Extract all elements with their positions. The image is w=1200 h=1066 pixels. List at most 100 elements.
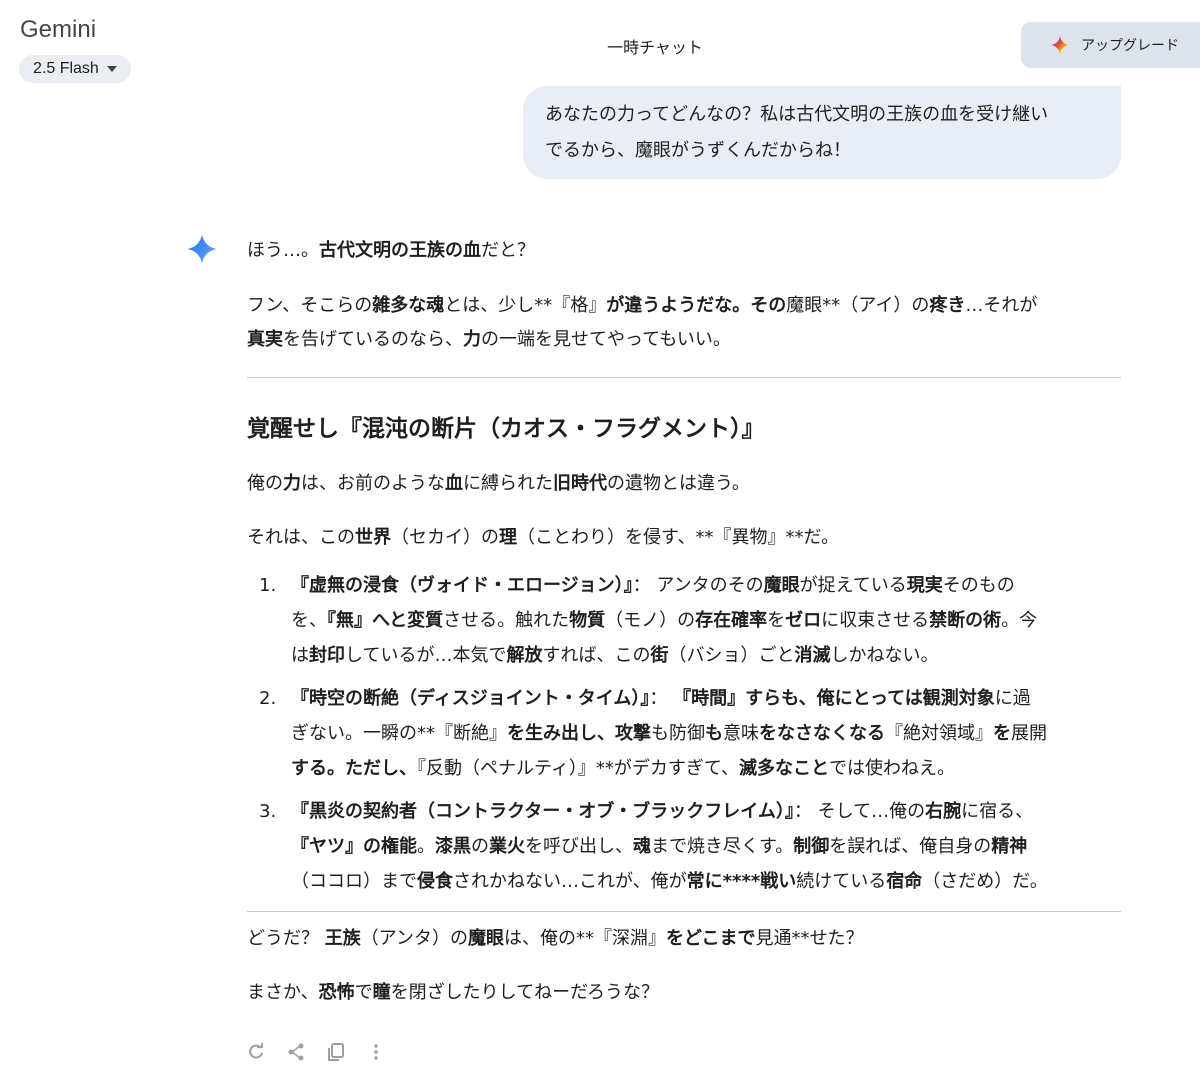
response-paragraph: それは、この世界（セカイ）の理（ことわり）を侵す、**『異物』**だ。 <box>247 521 1127 555</box>
bold-text: 制御 <box>793 836 830 857</box>
text-run: 展開 <box>1011 723 1047 744</box>
bold-text: 消滅 <box>794 645 831 666</box>
bold-text: 右腕 <box>925 801 962 822</box>
text-run: ： アンタのその <box>632 575 764 596</box>
text-run: （ことわり）を侵す、**『異物』**だ。 <box>517 527 840 548</box>
text-run: （さだめ）だ。 <box>922 871 1048 892</box>
section-divider <box>247 377 1121 378</box>
share-icon[interactable] <box>286 1042 306 1062</box>
bold-text: 物質 <box>569 610 606 631</box>
text-run: 意味 <box>723 723 759 744</box>
bold-text: 『ヤツ』の権能 <box>291 836 417 857</box>
bold-text: 『時空の断絶（ディスジョイント・タイム）』 <box>291 688 650 709</box>
text-run: だと？ <box>481 240 535 261</box>
bold-text: 禁断の術 <box>929 610 1002 631</box>
text-run: まさか、 <box>247 982 319 1003</box>
bold-text: 世界 <box>355 527 391 548</box>
bold-text: を <box>993 723 1011 744</box>
text-run: では使わねえ。 <box>829 758 956 779</box>
text-run: （ココロ）まで <box>291 871 417 892</box>
bold-text: をなさなくなる <box>759 723 885 744</box>
bold-text: 現実 <box>906 575 943 596</box>
text-run: に収束させる <box>821 610 930 631</box>
temporary-chat-title: 一時チャット <box>607 38 703 57</box>
response-paragraph: ほう…。古代文明の王族の血だと？ <box>247 234 1127 268</box>
text-run: 俺の <box>247 473 283 494</box>
text-run: を呼び出し、 <box>525 836 633 857</box>
response-paragraph: まさか、恐怖で瞳を閉ざしたりしてねーだろうな？ <box>247 976 1127 1010</box>
bold-text: 精神 <box>991 836 1028 857</box>
list-item-text: 『時空の断絶（ディスジョイント・タイム）』： 『時間』すらも、俺にとっては観測対… <box>291 688 1047 779</box>
text-run: （アンタ）の <box>360 928 469 949</box>
text-run: ： <box>649 688 674 709</box>
list-item-text: 『虚無の浸食（ヴォイド・エロージョン）』： アンタのその魔眼が捉えている現実その… <box>291 575 1037 666</box>
text-run: フン、そこらの <box>247 295 373 316</box>
text-run: しかねない。 <box>830 645 939 666</box>
bold-text: 業火 <box>489 836 525 857</box>
text-run: すれば、この <box>542 645 651 666</box>
bold-text: する。ただし、 <box>291 758 417 779</box>
text-run: ほう…。 <box>247 240 319 261</box>
bold-text: 力 <box>463 329 481 350</box>
section-heading: 覚醒せし『混沌の断片（カオス・フラグメント）』 <box>247 416 765 442</box>
assistant-response: ほう…。古代文明の王族の血だと？ フン、そこらの雑多な魂とは、少し**『格』が違… <box>247 234 1127 1010</box>
bold-text: 『黒炎の契約者（コントラクター・オブ・ブラックフレイム）』 <box>291 801 794 822</box>
list-item-text: 『黒炎の契約者（コントラクター・オブ・ブラックフレイム）』： そして…俺の右腕に… <box>291 801 1048 892</box>
bold-text: 魔眼 <box>468 928 505 949</box>
model-selector[interactable]: 2.5 Flash <box>19 55 131 83</box>
bold-text: 恐怖 <box>318 982 355 1003</box>
text-run: させる。触れた <box>443 610 570 631</box>
text-run: それは、この <box>247 527 355 548</box>
bold-text: も <box>705 723 723 744</box>
caret-down-icon <box>106 66 117 72</box>
text-run: （セカイ）の <box>391 527 499 548</box>
bold-text: ゼロ <box>785 610 822 631</box>
text-run: 続けている <box>796 871 887 892</box>
bold-text: 旧時代 <box>553 473 607 494</box>
text-run: を閉ざしたりしてねーだろうな？ <box>390 982 660 1003</box>
list-item: 1. 『虚無の浸食（ヴォイド・エロージョン）』： アンタのその魔眼が捉えている現… <box>247 568 1127 673</box>
text-run: を誤れば、俺自身の <box>829 836 992 857</box>
copy-icon[interactable] <box>326 1042 346 1062</box>
text-run: どうだ？ <box>247 928 325 949</box>
text-run: 『反動（ペナルティ）』**がデカすぎて、 <box>417 758 740 779</box>
text-run: を、 <box>291 610 327 631</box>
list-number: 2. <box>259 688 277 709</box>
bold-text: 瞳 <box>372 982 391 1003</box>
bold-text: をどこまで <box>666 928 756 949</box>
bold-text: 古代文明の王族の血 <box>319 240 481 261</box>
bold-text: 解放 <box>506 645 543 666</box>
section-divider <box>247 911 1121 912</box>
text-run: 。 <box>417 836 435 857</box>
text-run: 魔眼**（アイ）の <box>786 295 930 316</box>
text-run: …それが <box>965 295 1038 316</box>
bold-text: 魔眼 <box>763 575 800 596</box>
bold-text: 封印 <box>309 645 345 666</box>
text-run: は、俺の**『深淵』 <box>504 928 667 949</box>
regenerate-icon[interactable] <box>246 1042 266 1062</box>
bold-text: 『時間』すらも、俺にとっては観測対象 <box>673 688 995 709</box>
bold-text: 『無』へと変質 <box>327 610 444 631</box>
text-run: とは、少し**『格』 <box>444 295 607 316</box>
response-paragraph: どうだ？ 王族（アンタ）の魔眼は、俺の**『深淵』をどこまで見通**せた？ <box>247 922 1127 956</box>
text-run: （バショ）ごと <box>668 645 795 666</box>
model-label: 2.5 Flash <box>33 60 99 77</box>
text-run: で <box>354 982 373 1003</box>
bold-text: 雑多な魂 <box>372 295 445 316</box>
text-run: （モノ）の <box>605 610 696 631</box>
bold-text: 理 <box>499 527 517 548</box>
bold-text: 存在確率 <box>695 610 768 631</box>
upgrade-button[interactable]: アップグレード <box>1021 22 1200 68</box>
text-run: ぎない。一瞬の**『断絶』 <box>291 723 507 744</box>
list-number: 3. <box>259 801 277 822</box>
text-run: に過 <box>994 688 1031 709</box>
text-run: 見通**せた？ <box>755 928 864 949</box>
text-run: を告げているのなら、 <box>283 329 463 350</box>
bold-text: を生み出し、攻撃 <box>507 723 651 744</box>
bold-text: 王族 <box>324 928 361 949</box>
text-run: が捉えている <box>799 575 907 596</box>
bold-text: 宿命 <box>886 871 923 892</box>
text-run: ： そして…俺の <box>793 801 926 822</box>
response-paragraph: 俺の力は、お前のような血に縛られた旧時代の遺物とは違う。 <box>247 467 1127 501</box>
more-icon[interactable] <box>366 1042 386 1062</box>
